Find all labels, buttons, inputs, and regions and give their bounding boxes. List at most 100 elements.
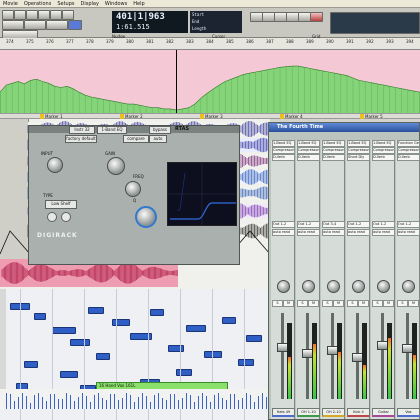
insert-slot[interactable]: Compressor <box>372 147 395 154</box>
automation-mode-select[interactable]: auto read <box>397 229 420 236</box>
pencil-tool-button[interactable] <box>50 10 62 20</box>
input-knob[interactable] <box>47 157 63 173</box>
velocity-stalk[interactable] <box>6 393 7 409</box>
midi-note[interactable] <box>34 313 46 320</box>
velocity-stalk[interactable] <box>50 394 51 409</box>
shelf-mode-button[interactable] <box>47 212 57 222</box>
velocity-stalk[interactable] <box>174 394 175 409</box>
velocity-stalk[interactable] <box>10 394 11 409</box>
velocity-stalk[interactable] <box>190 395 191 409</box>
mute-button[interactable]: M <box>408 300 419 307</box>
velocity-stalk[interactable] <box>258 396 259 409</box>
insert-slot[interactable]: D-Verb <box>397 154 420 161</box>
track-name-plate[interactable]: OH 1-10 <box>297 408 320 417</box>
output-selector[interactable]: Out 1-2 <box>297 221 320 228</box>
velocity-stalk[interactable] <box>198 396 199 409</box>
velocity-stalk[interactable] <box>98 393 99 409</box>
solo-button[interactable]: S <box>397 300 408 307</box>
velocity-stalk[interactable] <box>234 394 235 409</box>
velocity-stalk[interactable] <box>46 401 47 409</box>
track-name-plate[interactable]: Hats 49 <box>272 408 295 417</box>
velocity-stalk[interactable] <box>110 394 111 409</box>
velocity-stalk[interactable] <box>158 393 159 409</box>
q-knob[interactable] <box>135 206 157 228</box>
menu-item-display[interactable]: Display <box>77 1 101 7</box>
velocity-stalk[interactable] <box>34 395 35 409</box>
velocity-stalk[interactable] <box>74 401 75 409</box>
menu-item-operations[interactable]: Operations <box>21 1 55 7</box>
track-name-plate[interactable]: Vox <box>397 408 420 417</box>
solo-button[interactable]: S <box>272 300 283 307</box>
solo-button[interactable]: S <box>297 300 308 307</box>
insert-slot[interactable]: Compressor <box>297 147 320 154</box>
insert-slot[interactable]: Compressor <box>322 147 345 154</box>
automation-mode-select[interactable]: auto read <box>372 229 395 236</box>
velocity-stalk[interactable] <box>90 402 91 409</box>
insert-slot[interactable]: 1-Band EQ <box>372 140 395 147</box>
grabber-tool-button[interactable] <box>38 10 50 20</box>
solo-button[interactable]: S <box>347 300 358 307</box>
velocity-stalk[interactable] <box>214 395 215 409</box>
insert-slot[interactable]: D-Verb <box>272 154 295 161</box>
velocity-stalk[interactable] <box>154 395 155 409</box>
output-selector[interactable]: Out 1-2 <box>272 221 295 228</box>
insert-slot[interactable]: D-Verb <box>297 154 320 161</box>
automation-mode-select[interactable]: auto read <box>272 229 295 236</box>
velocity-stalk[interactable] <box>146 396 147 409</box>
insert-slot[interactable]: Compressor <box>397 147 420 154</box>
mute-button[interactable]: M <box>358 300 369 307</box>
velocity-stalk[interactable] <box>126 393 127 409</box>
mute-button[interactable]: M <box>333 300 344 307</box>
velocity-stalk[interactable] <box>58 399 59 409</box>
midi-note[interactable] <box>60 371 78 378</box>
velocity-stalk[interactable] <box>250 395 251 409</box>
midi-note[interactable] <box>96 353 110 360</box>
velocity-stalk[interactable] <box>102 398 103 409</box>
insert-slot[interactable]: 1-Band EQ <box>347 140 370 147</box>
automation-track[interactable] <box>0 50 420 116</box>
velocity-stalk[interactable] <box>130 395 131 409</box>
velocity-stalk[interactable] <box>202 393 203 409</box>
track-name-plate[interactable]: Guitar <box>372 408 395 417</box>
automation-mode-select[interactable]: auto read <box>322 229 345 236</box>
bypass-button[interactable]: bypass <box>149 126 171 134</box>
velocity-stalk[interactable] <box>14 401 15 409</box>
insert-selector[interactable]: 1-Band EQ <box>97 126 127 134</box>
insert-slot[interactable]: D-Verb <box>322 154 345 161</box>
midi-note[interactable] <box>186 325 206 332</box>
automation-mode-select[interactable]: auto read <box>347 229 370 236</box>
velocity-stalk[interactable] <box>66 393 67 409</box>
timeline-ruler[interactable]: 374 375 376 377 378 379 380 381 382 383 384 385 386 3… <box>0 38 420 50</box>
velocity-stalk[interactable] <box>134 402 135 409</box>
velocity-stalk[interactable] <box>138 397 139 409</box>
velocity-stalk[interactable] <box>206 396 207 409</box>
midi-note[interactable] <box>238 359 254 366</box>
automation-mode-select[interactable]: auto read <box>297 229 320 236</box>
spot-mode-button[interactable] <box>46 20 68 30</box>
velocity-stalk[interactable] <box>82 393 83 409</box>
velocity-stalk[interactable] <box>26 396 27 409</box>
velocity-stalk[interactable] <box>194 402 195 409</box>
velocity-stalk[interactable] <box>230 394 231 409</box>
trim-tool-button[interactable] <box>14 10 26 20</box>
gain-knob[interactable] <box>107 157 125 175</box>
velocity-stalk[interactable] <box>78 397 79 409</box>
velocity-stalk[interactable] <box>186 393 187 409</box>
velocity-stalk[interactable] <box>266 397 267 409</box>
zoom-button[interactable] <box>2 10 14 20</box>
velocity-stalk[interactable] <box>114 394 115 409</box>
midi-note[interactable] <box>204 351 222 358</box>
pan-knob[interactable] <box>302 280 315 293</box>
menu-item-movie[interactable]: Movie <box>0 1 21 7</box>
midi-note[interactable] <box>88 307 104 314</box>
velocity-stalk[interactable] <box>182 398 183 409</box>
midi-note[interactable] <box>176 369 192 376</box>
smart-tool-button[interactable] <box>62 10 74 20</box>
pan-knob[interactable] <box>277 280 290 293</box>
mute-button[interactable]: M <box>283 300 294 307</box>
insert-slot[interactable]: 1-Band EQ <box>272 140 295 147</box>
insert-slot[interactable]: Compressor <box>347 147 370 154</box>
velocity-stalk[interactable] <box>62 399 63 409</box>
velocity-stalk[interactable] <box>118 400 119 409</box>
pan-knob[interactable] <box>377 280 390 293</box>
